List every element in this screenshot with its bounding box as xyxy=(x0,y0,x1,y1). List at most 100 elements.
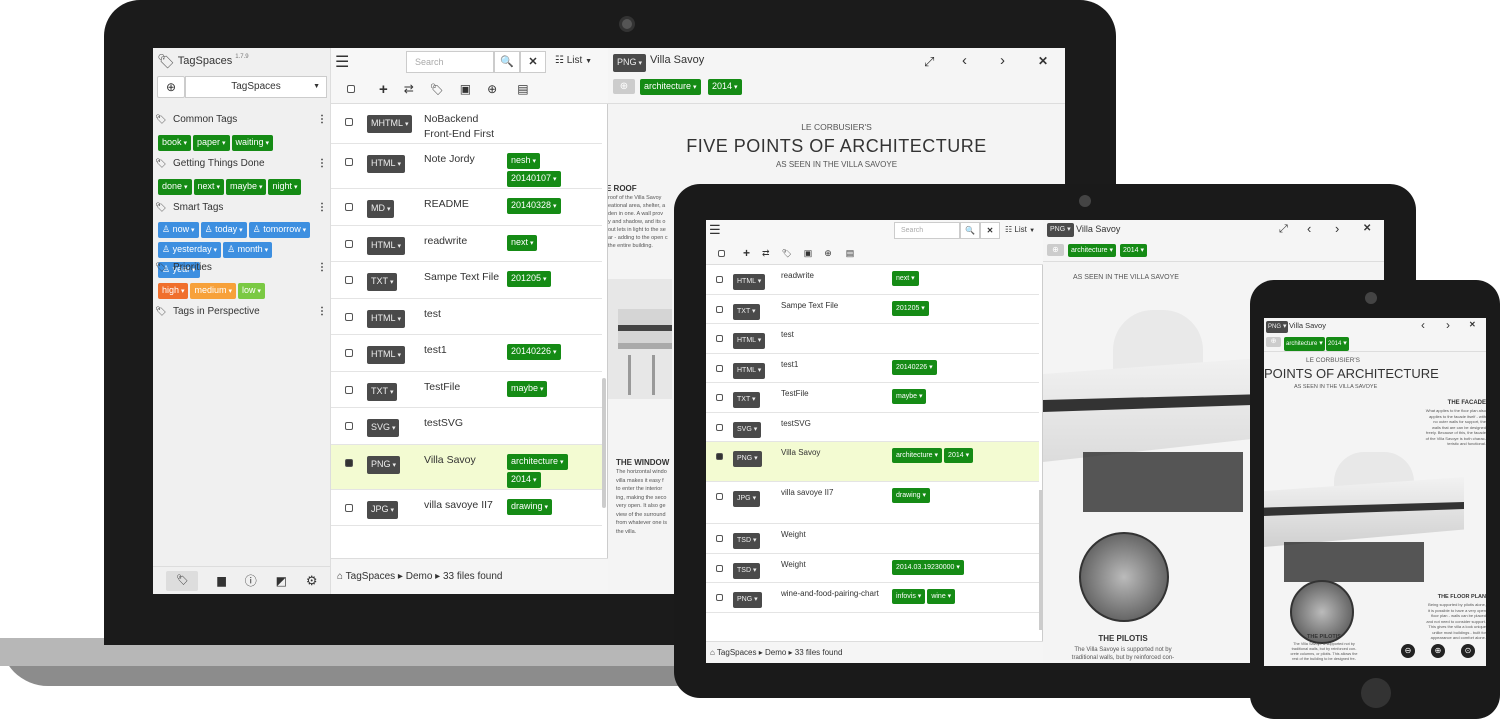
file-ext-badge[interactable]: TXT xyxy=(367,273,398,291)
add-tag-button[interactable]: ⊕ xyxy=(1047,244,1064,256)
clear-search-button[interactable]: ✕ xyxy=(520,51,546,73)
file-row[interactable]: MD README20140328 xyxy=(331,189,602,226)
file-row[interactable]: HTML readwritenext xyxy=(331,226,602,262)
zoom-icon[interactable]: ⊕ xyxy=(824,248,832,259)
chevron-right-icon[interactable]: › xyxy=(1446,318,1450,332)
chevron-right-icon[interactable]: › xyxy=(1335,221,1339,236)
file-name[interactable]: test1 xyxy=(424,343,504,358)
search-button[interactable]: 🔍 xyxy=(960,222,980,239)
tag-maybe[interactable]: maybe xyxy=(225,179,267,195)
image-icon[interactable]: ▣ xyxy=(804,248,813,259)
file-ext-badge[interactable]: TSD xyxy=(733,562,761,579)
scrollbar[interactable] xyxy=(1039,490,1042,630)
tag-group-common[interactable]: 🏷 Common Tags ⋮ xyxy=(155,110,327,128)
tag-month[interactable]: ♙ month xyxy=(223,242,273,258)
file-checkbox[interactable] xyxy=(716,364,723,372)
file-checkbox[interactable] xyxy=(345,203,353,211)
plus-icon[interactable]: + xyxy=(379,81,388,98)
file-name[interactable]: test xyxy=(424,307,504,322)
file-name[interactable]: README xyxy=(424,197,504,212)
file-ext-badge[interactable]: TXT xyxy=(733,392,760,408)
file-name[interactable]: Weight xyxy=(781,529,886,541)
file-row[interactable]: PNG wine-and-food-pairing-chart infoviswin… xyxy=(706,583,1039,613)
file-ext-badge[interactable]: SVG xyxy=(733,421,762,438)
file-ext-badge[interactable]: MD xyxy=(367,200,395,218)
file-name[interactable]: testSVG xyxy=(781,418,886,430)
file-row[interactable]: HTML test xyxy=(706,324,1039,354)
tag-architecture[interactable]: architecture xyxy=(1284,337,1325,351)
file-tag[interactable]: drawing xyxy=(507,498,552,515)
file-checkbox[interactable] xyxy=(716,594,723,601)
file-row[interactable]: MHTML NoBackend Front-End First xyxy=(331,104,602,144)
file-row[interactable]: JPGvilla savoye II7drawing xyxy=(706,482,1039,524)
tag-paper[interactable]: paper xyxy=(193,135,230,151)
file-tag[interactable]: 201205 xyxy=(892,300,929,316)
file-checkbox[interactable] xyxy=(345,349,353,357)
file-checkbox[interactable] xyxy=(345,458,353,467)
file-checkbox[interactable] xyxy=(716,335,723,342)
file-name[interactable]: Villa Savoy xyxy=(781,447,886,459)
tag-2014[interactable]: 2014 xyxy=(1326,337,1349,351)
search-input[interactable]: Search xyxy=(406,51,494,73)
tag-icon[interactable]: 🏷 xyxy=(782,249,792,258)
breadcrumb-folder[interactable]: Demo xyxy=(765,648,786,657)
file-ext-badge[interactable]: HTML xyxy=(367,309,405,328)
file-tag[interactable]: architecture xyxy=(507,453,568,470)
file-checkbox[interactable] xyxy=(345,158,353,166)
chevron-left-icon[interactable]: ‹ xyxy=(1307,221,1311,236)
file-name[interactable]: test xyxy=(781,329,886,341)
file-row[interactable]: PNG Villa Savoyarchitecture2014 xyxy=(331,444,602,490)
breadcrumb-folder[interactable]: Demo xyxy=(406,571,433,582)
file-tag[interactable]: 201205 xyxy=(507,271,551,287)
file-row[interactable]: SVG testSVG xyxy=(706,413,1039,442)
file-tag[interactable]: 20140226 xyxy=(507,344,561,360)
file-tag[interactable]: infovis xyxy=(892,589,926,604)
zoom-out-icon[interactable]: ⊖ xyxy=(1401,644,1415,658)
file-row[interactable]: JPGvilla savoye II7drawing xyxy=(331,490,602,526)
tag-waiting[interactable]: waiting xyxy=(231,135,273,151)
tag-today[interactable]: ♙ today xyxy=(200,222,247,238)
perspective-switcher[interactable]: ☷ List ▼ xyxy=(555,55,592,66)
file-ext-badge[interactable]: MHTML xyxy=(367,115,413,133)
home-button[interactable] xyxy=(1361,678,1391,708)
file-name[interactable]: testSVG xyxy=(424,416,504,431)
tag-yesterday[interactable]: ♙ yesterday xyxy=(158,242,222,258)
file-name[interactable]: villa savoye II7 xyxy=(424,498,504,513)
file-checkbox[interactable] xyxy=(345,118,353,126)
file-tag[interactable]: 2014 xyxy=(944,448,974,463)
file-row[interactable]: TSD Weight xyxy=(706,524,1039,554)
file-name[interactable]: TestFile xyxy=(424,380,504,395)
select-all-checkbox[interactable] xyxy=(718,249,725,257)
file-name[interactable]: Weight xyxy=(781,559,886,571)
file-name[interactable]: test1 xyxy=(781,359,886,371)
file-row[interactable]: HTML test xyxy=(331,299,602,335)
file-checkbox[interactable] xyxy=(716,453,723,460)
tag-architecture[interactable]: architecture xyxy=(1068,244,1117,257)
perspective-switcher[interactable]: ☷ List ▼ xyxy=(1005,225,1035,234)
plus-icon[interactable]: + xyxy=(743,246,750,260)
tag-night[interactable]: night xyxy=(268,179,302,195)
file-name[interactable]: Villa Savoy xyxy=(424,453,504,468)
file-ext-badge[interactable]: PNG xyxy=(1047,223,1074,237)
file-row[interactable]: TXTSampe Text File201205 xyxy=(706,295,1039,324)
file-ext-badge[interactable]: TXT xyxy=(367,382,398,401)
file-ext-badge[interactable]: HTML xyxy=(733,362,766,379)
chevron-left-icon[interactable]: ‹ xyxy=(1421,318,1425,332)
file-row[interactable]: PNGVilla Savoyarchitecture2014 xyxy=(706,442,1039,482)
tag-tomorrow[interactable]: ♙ tomorrow xyxy=(248,222,311,238)
file-ext-badge[interactable]: TXT xyxy=(733,303,760,320)
file-checkbox[interactable] xyxy=(716,305,723,313)
file-row[interactable]: TXTSampe Text File201205 xyxy=(331,262,602,299)
tag-group-perspective[interactable]: 🏷 Tags in Perspective ⋮ xyxy=(155,302,327,320)
file-checkbox[interactable] xyxy=(716,535,723,542)
file-ext-badge[interactable]: HTML xyxy=(367,155,405,173)
zoom-in-icon[interactable]: ⊕ xyxy=(1431,644,1445,658)
file-ext-badge[interactable]: PNG xyxy=(367,455,400,474)
file-checkbox[interactable] xyxy=(345,385,353,394)
expand-icon[interactable]: ⤢ xyxy=(924,54,934,70)
kebab-icon[interactable]: ⋮ xyxy=(317,158,327,169)
file-ext-badge[interactable]: TSD xyxy=(733,533,761,549)
file-tag[interactable]: 2014 xyxy=(507,471,541,488)
kebab-icon[interactable]: ⋮ xyxy=(317,114,327,125)
file-ext-badge[interactable]: PNG xyxy=(733,451,762,467)
